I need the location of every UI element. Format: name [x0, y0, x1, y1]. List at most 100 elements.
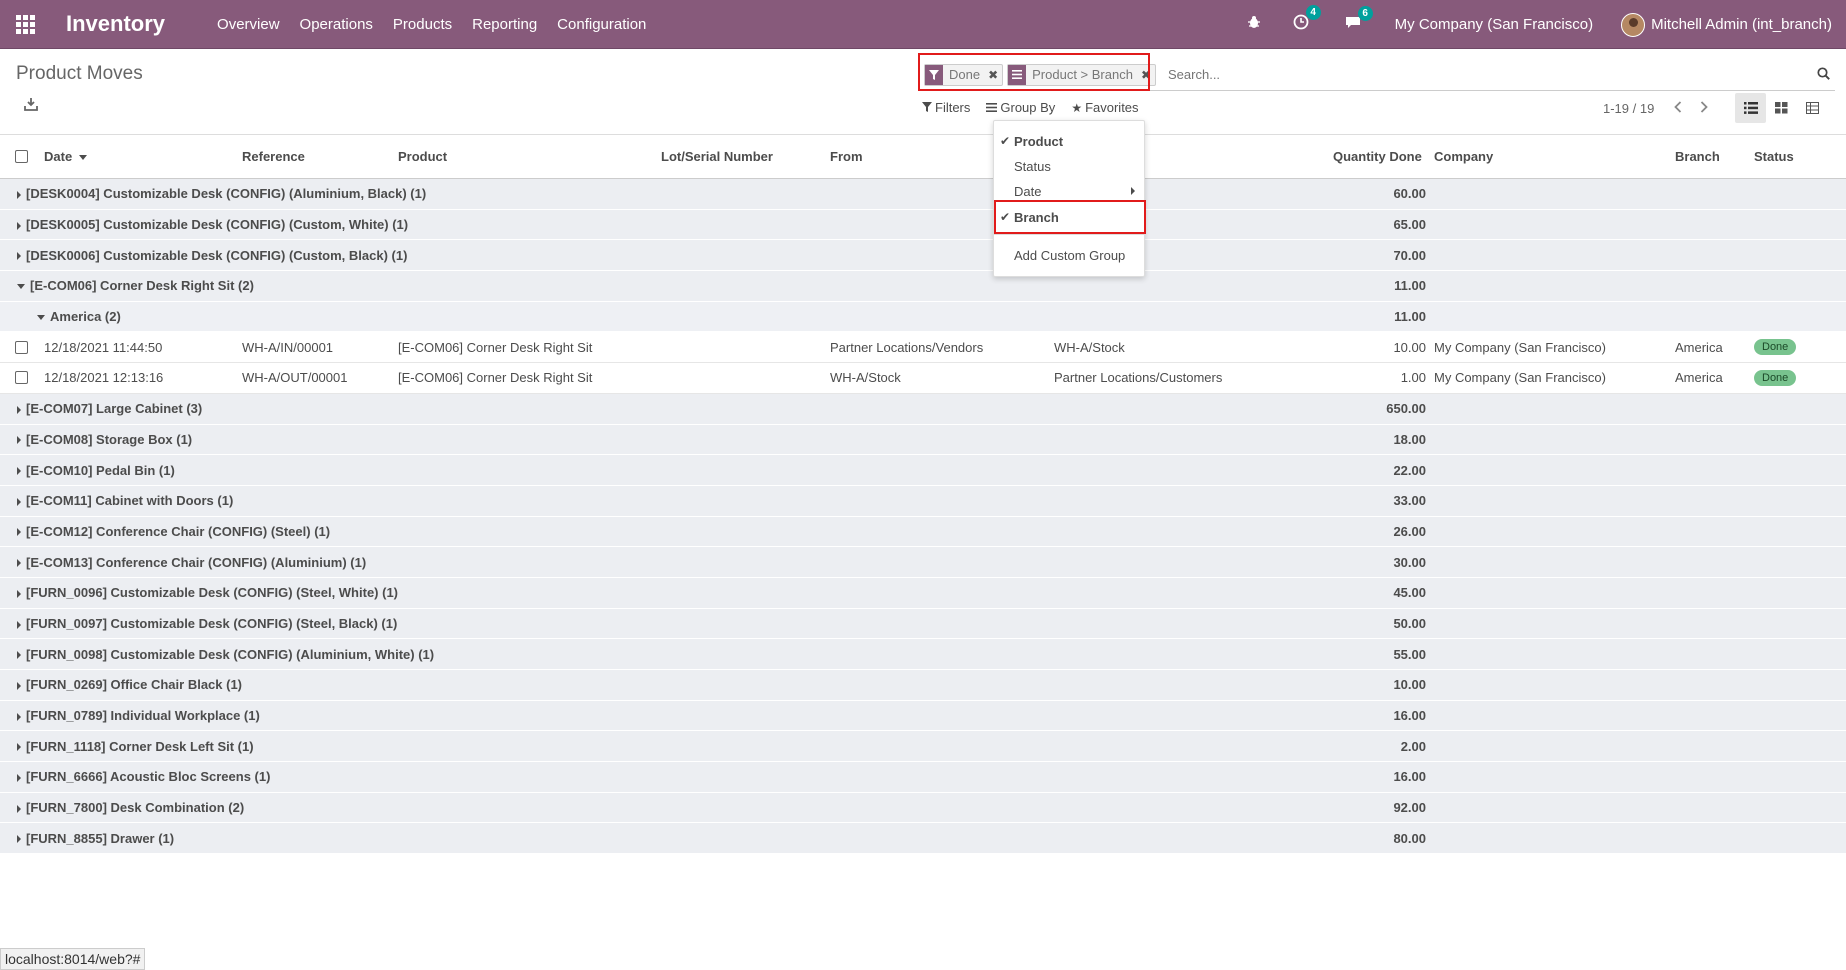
groupby-option-product[interactable]: ✔ Product [994, 129, 1144, 153]
chevron-right-icon[interactable] [1700, 100, 1709, 116]
user-menu[interactable]: Mitchell Admin (int_branch) [1621, 12, 1832, 37]
header-status[interactable]: Status [1754, 149, 1794, 164]
group-row[interactable]: [FURN_7800] Desk Combination (2) 92.00 [0, 792, 1846, 824]
group-label: [FURN_0269] Office Chair Black (1) [26, 677, 243, 693]
group-row[interactable]: [FURN_6666] Acoustic Bloc Screens (1) 16.… [0, 762, 1846, 793]
pager-value[interactable]: 1-19 / 19 [1603, 101, 1654, 116]
add-custom-group-button[interactable]: Add Custom Group [994, 243, 1144, 267]
search-icon[interactable] [1817, 67, 1831, 81]
group-quantity: 50.00 [1393, 615, 1426, 631]
header-lot-serial[interactable]: Lot/Serial Number [661, 149, 773, 164]
group-row[interactable]: [FURN_1118] Corner Desk Left Sit (1) 2.00 [0, 731, 1846, 763]
cell-reference: WH-A/OUT/00001 [242, 370, 348, 386]
list-view-icon[interactable] [1735, 93, 1766, 123]
group-quantity: 65.00 [1393, 217, 1426, 233]
submenu-arrow-icon [1131, 187, 1135, 195]
header-quantity-done[interactable]: Quantity Done [1333, 149, 1422, 164]
caret-right-icon [17, 252, 21, 261]
caret-right-icon [17, 221, 21, 230]
menu-configuration[interactable]: Configuration [547, 16, 656, 33]
cell-from: WH-A/Stock [830, 370, 901, 386]
favorites-label: Favorites [1085, 100, 1139, 115]
group-label: [FURN_0098] Customizable Desk (CONFIG) (… [26, 646, 435, 662]
check-icon: ✔ [1000, 134, 1011, 148]
debug-bug-icon[interactable] [1247, 15, 1261, 34]
row-checkbox[interactable] [15, 340, 28, 354]
cell-quantity: 10.00 [1393, 339, 1426, 355]
apps-menu-icon[interactable] [0, 0, 50, 49]
group-row[interactable]: [DESK0005] Customizable Desk (CONFIG) (C… [0, 209, 1846, 241]
group-label: [FURN_1118] Corner Desk Left Sit (1) [26, 738, 254, 754]
pivot-view-icon[interactable] [1797, 93, 1828, 123]
caret-right-icon [17, 589, 21, 598]
cell-date: 12/18/2021 12:13:16 [44, 370, 164, 386]
group-label: [FURN_7800] Desk Combination (2) [26, 800, 245, 816]
download-icon[interactable] [24, 97, 42, 115]
group-row[interactable]: [DESK0004] Customizable Desk (CONFIG) (A… [0, 179, 1846, 210]
group-quantity: 18.00 [1393, 431, 1426, 447]
menu-products[interactable]: Products [383, 16, 462, 33]
group-quantity: 22.00 [1393, 462, 1426, 478]
kanban-view-icon[interactable] [1766, 93, 1797, 123]
group-label: [FURN_0789] Individual Workplace (1) [26, 708, 260, 724]
caret-right-icon [17, 804, 21, 813]
subgroup-row-expanded[interactable]: America (2) 11.00 [0, 301, 1846, 333]
group-row[interactable]: [E-COM11] Cabinet with Doors (1) 33.00 [0, 485, 1846, 517]
cell-branch: America [1675, 339, 1723, 355]
subgroup-quantity: 11.00 [1394, 309, 1426, 325]
top-navbar: Inventory Overview Operations Products R… [0, 0, 1846, 49]
highlight-branch-box [994, 200, 1146, 234]
app-title[interactable]: Inventory [66, 11, 165, 37]
group-by-button[interactable]: Group By [986, 100, 1055, 115]
select-all-checkbox[interactable] [15, 150, 28, 163]
group-row[interactable]: [E-COM12] Conference Chair (CONFIG) (Ste… [0, 516, 1846, 548]
table-header: Date Reference Product Lot/Serial Number… [0, 135, 1846, 179]
caret-right-icon [17, 559, 21, 568]
messages-chat-icon[interactable]: 6 [1345, 5, 1373, 35]
status-badge: Done [1754, 339, 1797, 356]
header-branch[interactable]: Branch [1675, 149, 1720, 164]
group-row[interactable]: [FURN_0096] Customizable Desk (CONFIG) (… [0, 577, 1846, 609]
header-from[interactable]: From [830, 149, 863, 164]
group-label: [DESK0005] Customizable Desk (CONFIG) (C… [26, 217, 409, 233]
header-date[interactable]: Date [44, 149, 92, 164]
avatar [1621, 12, 1646, 37]
search-input[interactable] [1168, 67, 1835, 82]
group-row[interactable]: [FURN_0098] Customizable Desk (CONFIG) (… [0, 639, 1846, 670]
header-company[interactable]: Company [1434, 149, 1493, 164]
highlight-facets-box [918, 53, 1150, 91]
group-row[interactable]: [FURN_0097] Customizable Desk (CONFIG) (… [0, 608, 1846, 640]
table-row[interactable]: 12/18/2021 11:44:50 WH-A/IN/00001 [E-COM… [0, 332, 1846, 364]
group-row-expanded[interactable]: [E-COM06] Corner Desk Right Sit (2) 11.0… [0, 271, 1846, 302]
activity-clock-icon[interactable]: 4 [1293, 5, 1321, 35]
menu-reporting[interactable]: Reporting [462, 16, 547, 33]
row-checkbox[interactable] [15, 371, 28, 385]
menu-overview[interactable]: Overview [207, 16, 290, 33]
group-row[interactable]: [E-COM13] Conference Chair (CONFIG) (Alu… [0, 547, 1846, 578]
filters-button[interactable]: Filters [922, 100, 970, 115]
table-row[interactable]: 12/18/2021 12:13:16 WH-A/OUT/00001 [E-CO… [0, 363, 1846, 394]
group-quantity: 55.00 [1393, 646, 1426, 662]
group-row[interactable]: [FURN_8855] Drawer (1) 80.00 [0, 823, 1846, 855]
group-row[interactable]: [FURN_0269] Office Chair Black (1) 10.00 [0, 670, 1846, 701]
company-switcher[interactable]: My Company (San Francisco) [1395, 16, 1593, 33]
header-product[interactable]: Product [398, 149, 447, 164]
group-row[interactable]: [E-COM10] Pedal Bin (1) 22.00 [0, 455, 1846, 486]
sort-down-icon [78, 155, 87, 161]
group-label: [E-COM08] Storage Box (1) [26, 431, 193, 447]
cell-branch: America [1675, 370, 1723, 386]
menu-operations[interactable]: Operations [290, 16, 383, 33]
favorites-button[interactable]: ★ Favorites [1071, 100, 1138, 115]
cell-to: Partner Locations/Customers [1054, 370, 1223, 386]
groupby-option-status[interactable]: Status [994, 154, 1144, 178]
caret-right-icon [17, 681, 21, 690]
header-reference[interactable]: Reference [242, 149, 305, 164]
cell-quantity: 1.00 [1400, 370, 1426, 386]
group-quantity: 45.00 [1393, 585, 1426, 601]
group-row[interactable]: [E-COM08] Storage Box (1) 18.00 [0, 424, 1846, 456]
group-row[interactable]: [DESK0006] Customizable Desk (CONFIG) (C… [0, 240, 1846, 272]
chevron-left-icon[interactable] [1674, 100, 1682, 116]
group-row[interactable]: [FURN_0789] Individual Workplace (1) 16.0… [0, 700, 1846, 732]
group-quantity: 30.00 [1393, 554, 1426, 570]
group-row[interactable]: [E-COM07] Large Cabinet (3) 650.00 [0, 393, 1846, 425]
